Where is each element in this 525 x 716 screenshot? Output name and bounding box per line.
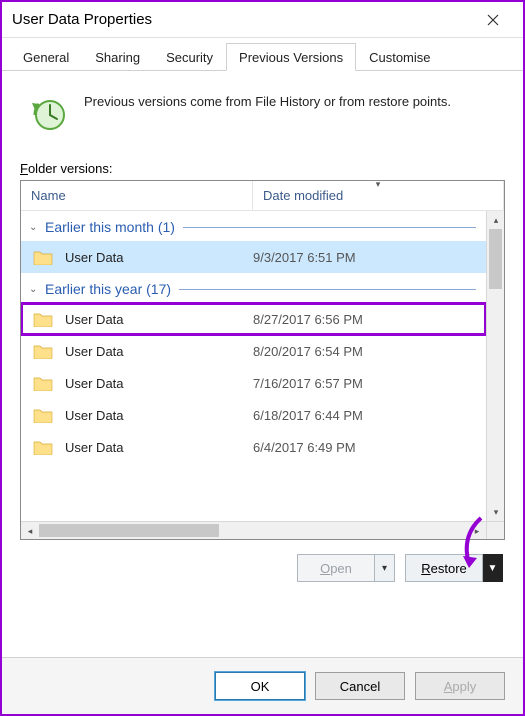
cancel-button[interactable]: Cancel	[315, 672, 405, 700]
vscroll-thumb[interactable]	[489, 229, 502, 289]
version-row[interactable]: User Data8/20/2017 6:54 PM	[21, 335, 486, 367]
tab-security[interactable]: Security	[153, 43, 226, 71]
group-title: Earlier this month (1)	[45, 219, 175, 235]
folder-icon	[21, 407, 65, 423]
column-date-modified[interactable]: ▾ Date modified	[253, 181, 504, 210]
tab-general[interactable]: General	[10, 43, 82, 71]
folder-icon	[21, 249, 65, 265]
horizontal-scrollbar[interactable]: ◂ ▸	[21, 521, 486, 539]
scroll-corner	[486, 521, 504, 539]
sort-descending-icon: ▾	[376, 179, 381, 190]
ok-button[interactable]: OK	[215, 672, 305, 700]
info-text: Previous versions come from File History…	[84, 93, 451, 137]
folder-icon	[21, 311, 65, 327]
version-name: User Data	[65, 312, 253, 327]
scroll-up-icon[interactable]: ▴	[487, 211, 504, 229]
chevron-down-icon: ⌄	[29, 284, 45, 295]
version-date: 7/16/2017 6:57 PM	[253, 376, 486, 391]
open-split-button[interactable]: Open ▾	[297, 554, 395, 582]
restore-button[interactable]: Restore	[405, 554, 483, 582]
group-header[interactable]: ⌄Earlier this month (1)	[21, 211, 486, 241]
version-date: 9/3/2017 6:51 PM	[253, 250, 486, 265]
folder-versions-label: Folder versions:	[20, 161, 505, 176]
tab-previous-versions[interactable]: Previous Versions	[226, 43, 356, 71]
folder-icon	[21, 439, 65, 455]
version-date: 6/18/2017 6:44 PM	[253, 408, 486, 423]
tab-body: Previous versions come from File History…	[2, 71, 523, 657]
tab-sharing[interactable]: Sharing	[82, 43, 153, 71]
scroll-right-icon[interactable]: ▸	[468, 522, 486, 539]
restore-dropdown-icon[interactable]: ▼	[483, 554, 503, 582]
group-header[interactable]: ⌄Earlier this year (17)	[21, 273, 486, 303]
close-button[interactable]	[471, 6, 515, 34]
chevron-down-icon: ⌄	[29, 222, 45, 233]
info-row: Previous versions come from File History…	[20, 83, 505, 157]
restore-split-button[interactable]: Restore ▼	[405, 554, 503, 582]
hscroll-thumb[interactable]	[39, 524, 219, 537]
restore-clock-icon	[26, 93, 70, 137]
folder-icon	[21, 375, 65, 391]
action-buttons: Open ▾ Restore ▼	[20, 540, 505, 588]
version-date: 6/4/2017 6:49 PM	[253, 440, 486, 455]
properties-dialog: User Data Properties General Sharing Sec…	[0, 0, 525, 716]
versions-list: Name ▾ Date modified ⌄Earlier this month…	[20, 180, 505, 540]
titlebar: User Data Properties	[2, 2, 523, 38]
dialog-footer: OK Cancel Apply	[2, 657, 523, 714]
version-name: User Data	[65, 344, 253, 359]
version-row[interactable]: User Data6/4/2017 6:49 PM	[21, 431, 486, 463]
scroll-down-icon[interactable]: ▾	[487, 503, 504, 521]
window-title: User Data Properties	[10, 11, 471, 28]
version-row[interactable]: User Data6/18/2017 6:44 PM	[21, 399, 486, 431]
group-title: Earlier this year (17)	[45, 281, 171, 297]
scroll-left-icon[interactable]: ◂	[21, 522, 39, 539]
version-date: 8/27/2017 6:56 PM	[253, 312, 486, 327]
version-row[interactable]: User Data9/3/2017 6:51 PM	[21, 241, 486, 273]
apply-button[interactable]: Apply	[415, 672, 505, 700]
version-name: User Data	[65, 440, 253, 455]
version-date: 8/20/2017 6:54 PM	[253, 344, 486, 359]
column-name[interactable]: Name	[21, 181, 253, 210]
list-header: Name ▾ Date modified	[21, 181, 504, 211]
list-body: ⌄Earlier this month (1)User Data9/3/2017…	[21, 211, 504, 539]
version-row[interactable]: User Data8/27/2017 6:56 PM	[21, 303, 486, 335]
version-name: User Data	[65, 408, 253, 423]
list-viewport[interactable]: ⌄Earlier this month (1)User Data9/3/2017…	[21, 211, 486, 521]
open-dropdown-icon[interactable]: ▾	[375, 554, 395, 582]
tab-strip: General Sharing Security Previous Versio…	[2, 38, 523, 71]
open-button[interactable]: Open	[297, 554, 375, 582]
tab-customise[interactable]: Customise	[356, 43, 443, 71]
version-name: User Data	[65, 250, 253, 265]
folder-icon	[21, 343, 65, 359]
version-name: User Data	[65, 376, 253, 391]
vertical-scrollbar[interactable]: ▴ ▾	[486, 211, 504, 521]
close-icon	[487, 14, 499, 26]
version-row[interactable]: User Data7/16/2017 6:57 PM	[21, 367, 486, 399]
